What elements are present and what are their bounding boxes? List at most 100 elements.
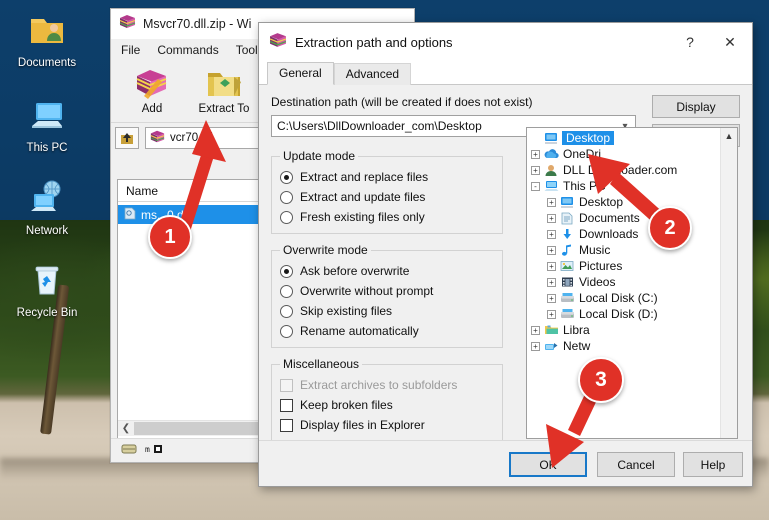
menu-item-file[interactable]: File xyxy=(121,43,140,57)
recycle-bin-icon xyxy=(4,260,90,304)
folder-tree-scrollbar[interactable]: ▲ xyxy=(720,128,737,438)
minus-expander-icon[interactable]: - xyxy=(531,181,540,191)
radio-rename-automatically[interactable]: Rename automatically xyxy=(280,321,494,341)
cancel-button[interactable]: Cancel xyxy=(597,452,675,477)
radio-indicator[interactable] xyxy=(280,264,293,278)
folder-tree-nodes[interactable]: Desktop + OneDri + DLL Downloader.com - This P… xyxy=(527,128,720,438)
radio-fresh-existing-only[interactable]: Fresh existing files only xyxy=(280,207,494,227)
menu-item-commands[interactable]: Commands xyxy=(157,43,218,57)
tree-node[interactable]: + Libra xyxy=(529,322,720,338)
tree-node[interactable]: + Local Disk (D:) xyxy=(529,306,720,322)
tree-node[interactable]: + DLL Downloader.com xyxy=(529,162,720,178)
tab-advanced[interactable]: Advanced xyxy=(333,63,412,85)
up-folder-icon[interactable] xyxy=(115,127,139,149)
tree-node[interactable]: + Videos xyxy=(529,274,720,290)
tree-node[interactable]: + Desktop xyxy=(529,194,720,210)
plus-expander-icon[interactable]: + xyxy=(547,261,556,271)
checkbox-indicator xyxy=(280,378,293,392)
drive-icon xyxy=(559,291,575,305)
svg-text:m: m xyxy=(145,445,150,454)
computer-icon xyxy=(4,95,90,139)
network-icon xyxy=(543,339,559,353)
chevron-up-icon[interactable]: ▲ xyxy=(725,128,734,145)
help-button[interactable]: ? xyxy=(670,27,710,57)
dialog-tabs[interactable]: General Advanced xyxy=(259,61,752,85)
radio-indicator[interactable] xyxy=(280,210,293,224)
plus-expander-icon[interactable]: + xyxy=(547,245,556,255)
step-number: 1 xyxy=(164,225,176,248)
tree-node-label: Pictures xyxy=(579,259,623,273)
destination-path-label: Destination path (will be created if doe… xyxy=(271,95,533,109)
tree-node[interactable]: + OneDri xyxy=(529,146,720,162)
documents-icon xyxy=(559,211,575,225)
checkbox-indicator[interactable] xyxy=(280,398,293,412)
plus-expander-icon[interactable]: + xyxy=(547,277,556,287)
videos-icon xyxy=(559,275,575,289)
dialog-titlebar[interactable]: Extraction path and options ? ✕ xyxy=(259,23,752,61)
plus-expander-icon[interactable]: + xyxy=(547,229,556,239)
onedrive-icon xyxy=(543,147,559,161)
radio-extract-and-update[interactable]: Extract and update files xyxy=(280,187,494,207)
plus-expander-icon[interactable]: + xyxy=(547,309,556,319)
scrollbar-track[interactable] xyxy=(720,145,737,438)
desktop-icon-this-pc[interactable]: This PC xyxy=(4,95,90,155)
radio-ask-before-overwrite[interactable]: Ask before overwrite xyxy=(280,261,494,281)
plus-expander-icon[interactable]: + xyxy=(531,325,540,335)
desktop-icon-recycle-bin[interactable]: Recycle Bin xyxy=(4,260,90,320)
user-icon xyxy=(543,163,559,177)
plus-expander-icon[interactable]: + xyxy=(531,165,540,175)
close-icon[interactable]: ✕ xyxy=(710,27,750,57)
plus-expander-icon[interactable]: + xyxy=(547,213,556,223)
winrar-books-icon xyxy=(269,31,287,54)
plus-expander-icon[interactable]: + xyxy=(547,293,556,303)
checkbox-indicator[interactable] xyxy=(280,418,293,432)
tab-general[interactable]: General xyxy=(267,62,334,85)
plus-expander-icon[interactable]: + xyxy=(547,197,556,207)
selection-status-icon: m xyxy=(145,442,163,460)
step-badge-1: 1 xyxy=(148,215,192,259)
toolbar-button-label: Extract To xyxy=(198,103,250,115)
update-mode-group: Update mode Extract and replace files Ex… xyxy=(271,149,503,234)
option-label: Extract archives to subfolders xyxy=(300,378,458,392)
desktop-icon xyxy=(559,195,575,209)
tree-node-label: Music xyxy=(579,243,611,257)
ok-button[interactable]: OK xyxy=(509,452,587,477)
radio-extract-and-replace[interactable]: Extract and replace files xyxy=(280,167,494,187)
add-archive-icon xyxy=(123,63,181,103)
extraction-dialog[interactable]: Extraction path and options ? ✕ General … xyxy=(258,22,753,487)
tree-node[interactable]: + Music xyxy=(529,242,720,258)
display-button[interactable]: Display xyxy=(652,95,740,118)
tree-node-label: Local Disk (C:) xyxy=(579,291,658,305)
desktop-icon-label: Network xyxy=(25,225,69,237)
option-label: Rename automatically xyxy=(300,324,419,338)
checkbox-display-files-in-explorer[interactable]: Display files in Explorer xyxy=(280,415,494,435)
radio-indicator[interactable] xyxy=(280,304,293,318)
radio-indicator[interactable] xyxy=(280,284,293,298)
toolbar-button-label: Add xyxy=(141,103,163,115)
archive-status-icon xyxy=(121,442,137,460)
tree-node[interactable]: + Local Disk (C:) xyxy=(529,290,720,306)
help-footer-button[interactable]: Help xyxy=(683,452,743,477)
radio-overwrite-without-prompt[interactable]: Overwrite without prompt xyxy=(280,281,494,301)
toolbar-add-button[interactable]: Add xyxy=(123,63,181,115)
tree-node[interactable]: + Netw xyxy=(529,338,720,354)
plus-expander-icon[interactable]: + xyxy=(531,341,540,351)
radio-indicator[interactable] xyxy=(280,170,293,184)
tree-node[interactable]: + Pictures xyxy=(529,258,720,274)
folder-tree[interactable]: Desktop + OneDri + DLL Downloader.com - This P… xyxy=(526,127,738,439)
plus-expander-icon[interactable]: + xyxy=(531,149,540,159)
tree-node[interactable]: - This PC xyxy=(529,178,720,194)
toolbar-extract-to-button[interactable]: Extract To xyxy=(195,63,253,115)
tree-node[interactable]: Desktop xyxy=(529,130,720,146)
tree-node-label: Downloads xyxy=(579,227,639,241)
radio-indicator[interactable] xyxy=(280,190,293,204)
tree-node-label: Documents xyxy=(579,211,640,225)
checkbox-keep-broken-files[interactable]: Keep broken files xyxy=(280,395,494,415)
radio-skip-existing-files[interactable]: Skip existing files xyxy=(280,301,494,321)
desktop-icon-documents[interactable]: Documents xyxy=(4,10,90,70)
pictures-icon xyxy=(559,259,575,273)
desktop-icon-network[interactable]: Network xyxy=(4,178,90,238)
desktop-icon-label: Recycle Bin xyxy=(16,307,78,319)
radio-indicator[interactable] xyxy=(280,324,293,338)
scroll-left-icon[interactable]: ❮ xyxy=(118,423,134,434)
